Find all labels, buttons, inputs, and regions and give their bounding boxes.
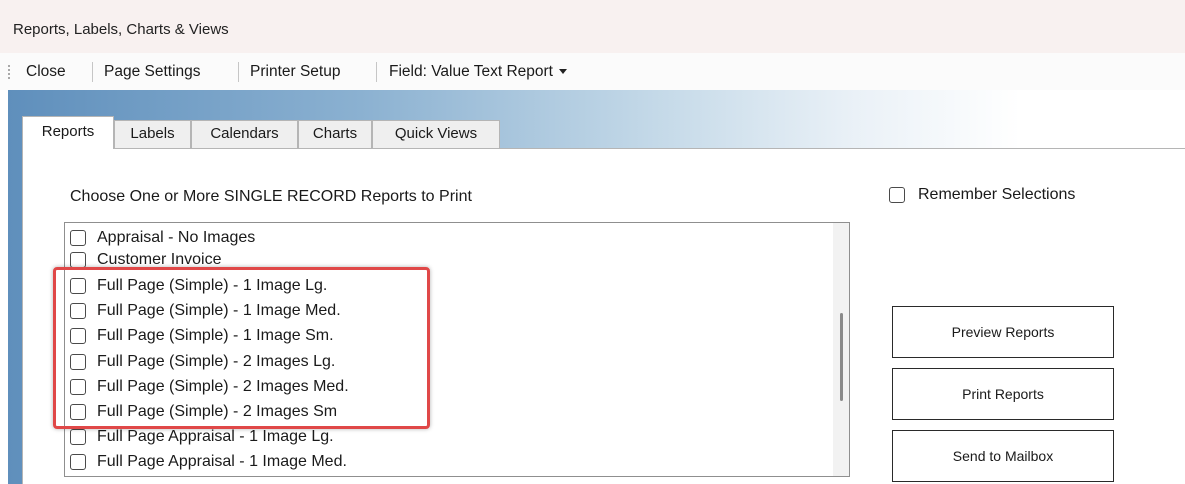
list-item[interactable]: Full Page (Simple) - 1 Image Med.	[70, 300, 341, 321]
report-label: Appraisal - No Images	[97, 228, 256, 246]
tab-charts[interactable]: Charts	[298, 120, 372, 148]
tab-calendars[interactable]: Calendars	[191, 120, 298, 148]
report-checkbox[interactable]	[70, 302, 86, 319]
report-label: Full Page (Simple) - 2 Images Sm	[97, 402, 338, 420]
report-checkbox[interactable]	[70, 453, 86, 470]
list-item[interactable]: Full Page Appraisal - 1 Image Med.	[70, 451, 347, 472]
page-settings-button[interactable]: Page Settings	[104, 63, 201, 81]
toolbar-separator	[92, 62, 93, 82]
toolbar-grip	[8, 65, 10, 79]
list-item[interactable]: Customer Invoice	[70, 251, 222, 268]
send-to-mailbox-button[interactable]: Send to Mailbox	[892, 430, 1114, 482]
toolbar: Close Page Settings Printer Setup Field:…	[0, 53, 1185, 90]
report-checkbox[interactable]	[70, 277, 86, 294]
field-report-label: Field: Value Text Report	[389, 63, 553, 80]
list-scrollbar[interactable]	[833, 223, 849, 476]
report-label: Full Page (Simple) - 2 Images Lg.	[97, 352, 336, 370]
remember-selections-option[interactable]: Remember Selections	[889, 186, 1075, 204]
list-item[interactable]: Appraisal - No Images	[70, 227, 255, 248]
report-label: Full Page Appraisal - 1 Image Lg.	[97, 427, 334, 445]
printer-setup-button[interactable]: Printer Setup	[250, 63, 340, 81]
report-label: Full Page (Simple) - 1 Image Lg.	[97, 276, 328, 294]
report-label: Customer Invoice	[97, 251, 222, 268]
remember-selections-label: Remember Selections	[918, 186, 1076, 203]
report-checkbox[interactable]	[70, 252, 86, 268]
tab-quick-views[interactable]: Quick Views	[372, 120, 500, 148]
report-label: Full Page (Simple) - 2 Images Med.	[97, 377, 349, 395]
close-button[interactable]: Close	[26, 63, 66, 81]
list-item[interactable]: Full Page Appraisal - 1 Image Lg.	[70, 426, 334, 447]
remember-selections-checkbox[interactable]	[889, 187, 905, 203]
field-report-dropdown[interactable]: Field: Value Text Report	[389, 63, 567, 81]
report-checkbox[interactable]	[70, 353, 86, 370]
report-checkbox[interactable]	[70, 378, 86, 395]
tab-reports[interactable]: Reports	[22, 116, 114, 149]
list-item[interactable]: Full Page (Simple) - 1 Image Sm.	[70, 325, 334, 346]
report-checkbox[interactable]	[70, 403, 86, 420]
print-reports-button[interactable]: Print Reports	[892, 368, 1114, 420]
tab-labels[interactable]: Labels	[114, 120, 191, 148]
report-label: Full Page (Simple) - 1 Image Med.	[97, 301, 341, 319]
list-item[interactable]: Full Page (Simple) - 2 Images Sm	[70, 401, 337, 422]
report-label: Full Page Appraisal - 1 Image Med.	[97, 452, 347, 470]
title-bar: Reports, Labels, Charts & Views	[0, 0, 1185, 53]
report-label: Full Page (Simple) - 1 Image Sm.	[97, 326, 334, 344]
list-item[interactable]: Full Page (Simple) - 2 Images Lg.	[70, 351, 335, 372]
report-checkbox[interactable]	[70, 428, 86, 445]
scrollbar-thumb[interactable]	[840, 313, 843, 401]
reports-heading: Choose One or More SINGLE RECORD Reports…	[70, 188, 472, 205]
toolbar-separator	[376, 62, 377, 82]
toolbar-separator	[238, 62, 239, 82]
report-checkbox[interactable]	[70, 229, 86, 246]
list-item[interactable]: Full Page (Simple) - 2 Images Med.	[70, 376, 349, 397]
report-list[interactable]: Appraisal - No Images Customer Invoice F…	[64, 222, 850, 477]
chevron-down-icon	[558, 69, 567, 75]
preview-reports-button[interactable]: Preview Reports	[892, 306, 1114, 358]
window-title: Reports, Labels, Charts & Views	[13, 21, 229, 38]
report-checkbox[interactable]	[70, 327, 86, 344]
list-item[interactable]: Full Page (Simple) - 1 Image Lg.	[70, 275, 327, 296]
